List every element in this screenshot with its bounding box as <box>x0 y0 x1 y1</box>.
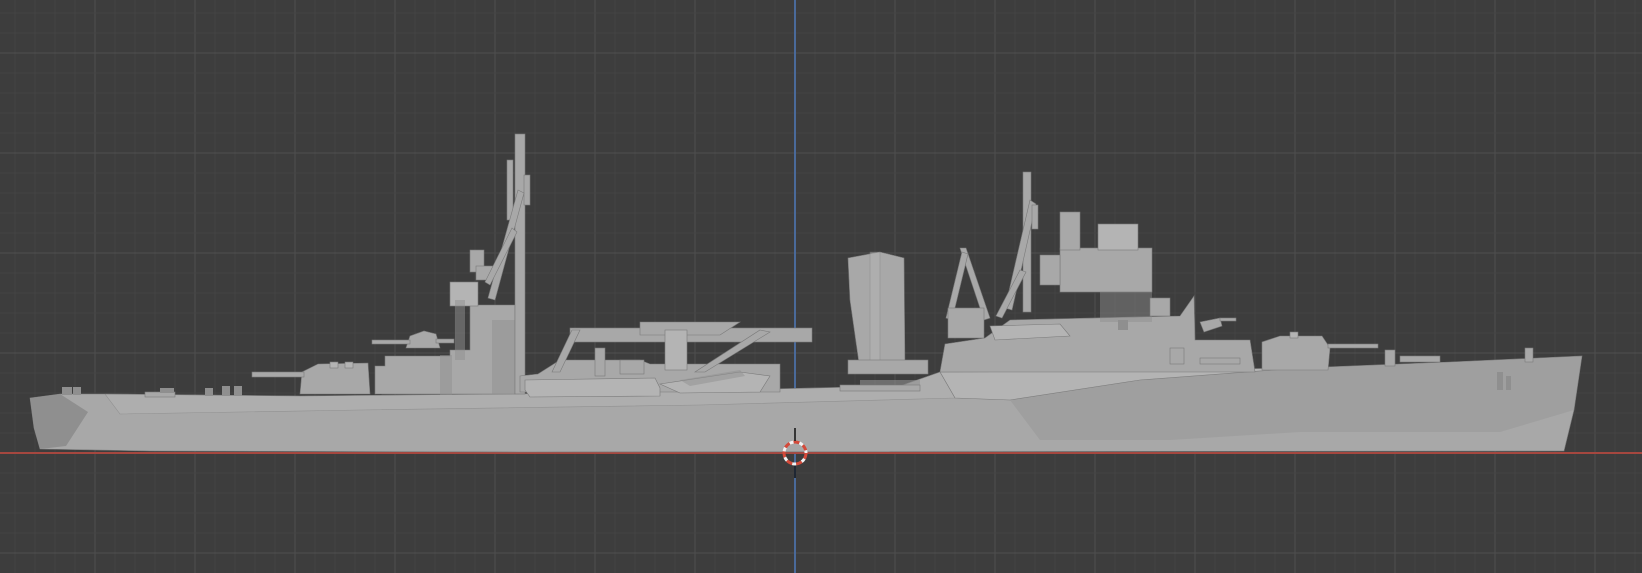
aft-tower-step <box>1149 297 1171 317</box>
aft-funnel-stub <box>1059 211 1081 251</box>
aft-deck-rail <box>1199 357 1241 365</box>
deck-fitting <box>234 386 242 396</box>
viewport-background <box>0 0 1642 573</box>
deck-fitting <box>205 388 213 396</box>
superstructure-door <box>440 355 452 395</box>
aft-tower-shade <box>1100 292 1152 322</box>
turret-b-gun-barrel <box>371 339 411 345</box>
deck-locker <box>619 359 645 375</box>
turret-b-rear-gun <box>435 338 455 344</box>
aa-gun-mount <box>1118 320 1128 330</box>
aft-deck-fitting <box>1384 349 1396 367</box>
deck-rail <box>839 384 921 392</box>
bow-fitting <box>73 387 81 395</box>
aft-tower-step <box>1039 254 1061 286</box>
deck-post <box>594 347 606 377</box>
stern-anchor-fitting <box>1506 376 1511 390</box>
aft-director <box>1097 223 1139 251</box>
ships-boat[interactable] <box>524 377 661 398</box>
aft-deck-rail <box>1399 355 1441 363</box>
aft-turret-x[interactable] <box>1261 335 1331 371</box>
stern-fitting <box>1524 347 1534 363</box>
aft-crane-base <box>947 307 985 339</box>
turret-x-gun-barrel <box>1327 343 1379 349</box>
deck-fitting <box>160 388 174 393</box>
aft-mast-yard <box>1031 204 1039 230</box>
vent-trunk <box>664 329 688 371</box>
forward-superstructure-shade <box>492 320 516 394</box>
bridge-tower-shade <box>455 300 465 360</box>
forward-mast[interactable] <box>514 133 526 395</box>
3d-viewport[interactable] <box>0 0 1642 573</box>
funnel-highlight <box>869 251 881 371</box>
stern-anchor-fitting <box>1497 372 1503 390</box>
deck-fitting <box>222 386 230 396</box>
bow-fitting <box>62 387 72 395</box>
aft-deck-fitting <box>1169 347 1185 365</box>
viewport-canvas[interactable] <box>0 0 1642 573</box>
funnel-base <box>847 359 929 375</box>
turret-x-cupola <box>1289 331 1299 339</box>
turret-a-cupola <box>344 361 354 369</box>
aft-control-tower[interactable] <box>1059 247 1153 293</box>
turret-a-gun-barrel <box>251 371 305 378</box>
turret-a-cupola <box>329 361 339 369</box>
forward-mast-yard <box>523 174 531 206</box>
aa-gun-barrel <box>1219 317 1237 322</box>
